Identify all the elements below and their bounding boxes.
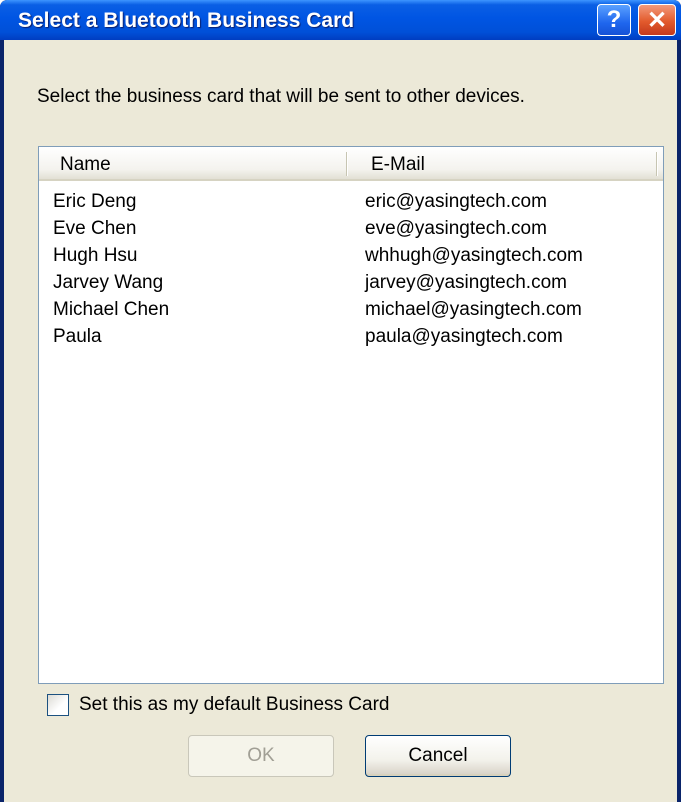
row-name: Michael Chen: [53, 299, 170, 320]
column-header-email[interactable]: E-Mail: [371, 154, 425, 176]
list-row[interactable]: Michael Chen michael@yasingtech.com: [39, 299, 663, 326]
window-title: Select a Bluetooth Business Card: [18, 9, 355, 32]
ok-button[interactable]: OK: [188, 735, 334, 777]
list-row[interactable]: Paula paula@yasingtech.com: [39, 326, 663, 353]
column-divider[interactable]: [346, 152, 348, 176]
list-row[interactable]: Hugh Hsu whhugh@yasingtech.com: [39, 245, 663, 272]
dialog-window: Select a Bluetooth Business Card ? ✕ Sel…: [0, 0, 681, 802]
column-divider[interactable]: [656, 152, 658, 176]
row-email: paula@yasingtech.com: [365, 326, 563, 347]
row-email: michael@yasingtech.com: [365, 299, 582, 320]
row-name: Eve Chen: [53, 218, 137, 239]
dialog-client-area: Select the business card that will be se…: [4, 40, 677, 802]
close-icon: ✕: [646, 6, 668, 34]
question-mark-icon: ?: [606, 6, 622, 33]
instruction-text: Select the business card that will be se…: [37, 86, 525, 107]
list-row[interactable]: Eve Chen eve@yasingtech.com: [39, 218, 663, 245]
cancel-button[interactable]: Cancel: [365, 735, 511, 777]
list-row[interactable]: Eric Deng eric@yasingtech.com: [39, 191, 663, 218]
row-name: Paula: [53, 326, 102, 347]
row-email: whhugh@yasingtech.com: [365, 245, 583, 266]
close-button[interactable]: ✕: [638, 4, 676, 36]
list-body: Eric Deng eric@yasingtech.com Eve Chen e…: [39, 191, 663, 353]
list-row[interactable]: Jarvey Wang jarvey@yasingtech.com: [39, 272, 663, 299]
business-card-list[interactable]: Name E-Mail Eric Deng eric@yasingtech.co…: [38, 146, 664, 684]
default-card-label[interactable]: Set this as my default Business Card: [79, 694, 389, 716]
help-button[interactable]: ?: [597, 4, 631, 36]
row-name: Hugh Hsu: [53, 245, 138, 266]
row-email: jarvey@yasingtech.com: [365, 272, 567, 293]
default-card-option[interactable]: Set this as my default Business Card: [47, 692, 389, 718]
row-name: Jarvey Wang: [53, 272, 164, 293]
row-email: eric@yasingtech.com: [365, 191, 547, 212]
default-card-checkbox[interactable]: [47, 694, 69, 716]
list-header: Name E-Mail: [39, 147, 663, 181]
title-bar[interactable]: Select a Bluetooth Business Card ? ✕: [0, 0, 681, 40]
row-name: Eric Deng: [53, 191, 137, 212]
row-email: eve@yasingtech.com: [365, 218, 547, 239]
column-header-name[interactable]: Name: [60, 154, 111, 176]
